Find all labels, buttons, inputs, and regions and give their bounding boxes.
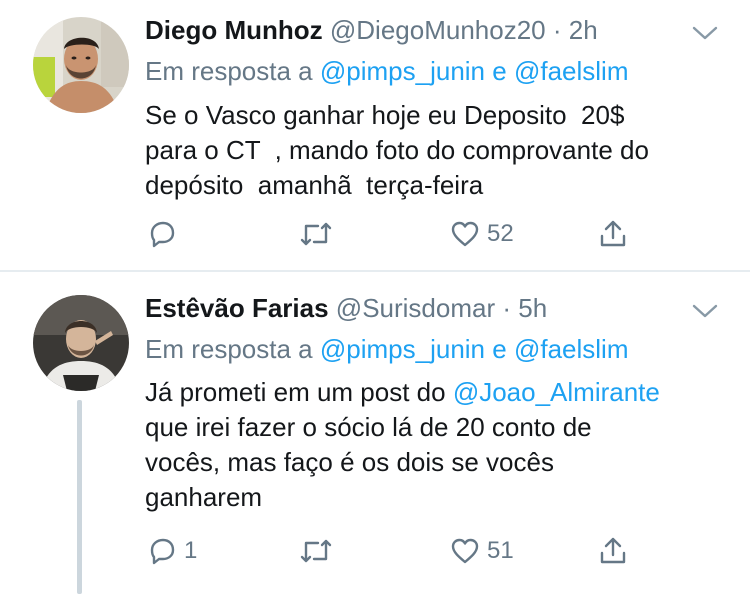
tweet-text-part: Já prometi em um post do (145, 377, 453, 407)
mention-link[interactable]: @pimps_junin (320, 334, 485, 364)
timestamp[interactable]: 2h (569, 15, 598, 45)
tweet-text: Já prometi em um post do @Joao_Almirante… (145, 375, 735, 515)
reply-context: Em resposta a @pimps_junin e @faelslim (145, 55, 628, 87)
tweet[interactable]: Diego Munhoz @DiegoMunhoz20 · 2h Em resp… (0, 0, 750, 270)
reply-joiner: e (492, 334, 507, 364)
reply-button[interactable] (146, 218, 184, 250)
share-icon (597, 535, 629, 567)
like-count: 51 (487, 537, 514, 564)
share-button[interactable] (597, 535, 629, 567)
chevron-down-icon[interactable] (690, 300, 720, 322)
reply-icon (146, 535, 178, 567)
avatar[interactable] (33, 17, 129, 113)
like-icon (449, 535, 481, 567)
display-name[interactable]: Diego Munhoz (145, 15, 323, 45)
reply-prefix: Em resposta a (145, 56, 313, 86)
like-count: 52 (487, 220, 514, 247)
like-button[interactable]: 51 (449, 535, 514, 567)
mention-link[interactable]: @Joao_Almirante (453, 377, 660, 407)
mention-link[interactable]: @faelslim (514, 56, 629, 86)
tweet-text-part: Se o Vasco ganhar hoje eu Deposito 20$ p… (145, 100, 649, 200)
display-name[interactable]: Estêvão Farias (145, 293, 329, 323)
retweet-button[interactable] (298, 535, 334, 567)
share-icon (597, 218, 629, 250)
mention-link[interactable]: @faelslim (514, 334, 629, 364)
thread-line (77, 400, 82, 594)
share-button[interactable] (597, 218, 629, 250)
tweet-text: Se o Vasco ganhar hoje eu Deposito 20$ p… (145, 98, 735, 203)
reply-prefix: Em resposta a (145, 334, 313, 364)
separator: · (545, 15, 569, 45)
retweet-button[interactable] (298, 218, 334, 250)
chevron-down-icon[interactable] (690, 22, 720, 44)
tweet-header: Diego Munhoz @DiegoMunhoz20 · 2h (145, 14, 598, 46)
reply-count: 1 (184, 537, 198, 564)
retweet-icon (298, 535, 334, 567)
like-button[interactable]: 52 (449, 218, 514, 250)
reply-icon (146, 218, 178, 250)
user-handle[interactable]: @DiegoMunhoz20 (330, 15, 546, 45)
reply-joiner: e (492, 56, 507, 86)
like-icon (449, 218, 481, 250)
avatar[interactable] (33, 295, 129, 391)
mention-link[interactable]: @pimps_junin (320, 56, 485, 86)
retweet-icon (298, 218, 334, 250)
reply-context: Em resposta a @pimps_junin e @faelslim (145, 333, 628, 365)
user-handle[interactable]: @Surisdomar (336, 293, 495, 323)
tweet-header: Estêvão Farias @Surisdomar · 5h (145, 292, 547, 324)
reply-button[interactable]: 1 (146, 535, 197, 567)
tweet[interactable]: Estêvão Farias @Surisdomar · 5h Em respo… (0, 272, 750, 594)
tweet-text-part: que irei fazer o sócio lá de 20 conto de… (145, 412, 592, 512)
timestamp[interactable]: 5h (518, 293, 547, 323)
separator: · (495, 293, 519, 323)
